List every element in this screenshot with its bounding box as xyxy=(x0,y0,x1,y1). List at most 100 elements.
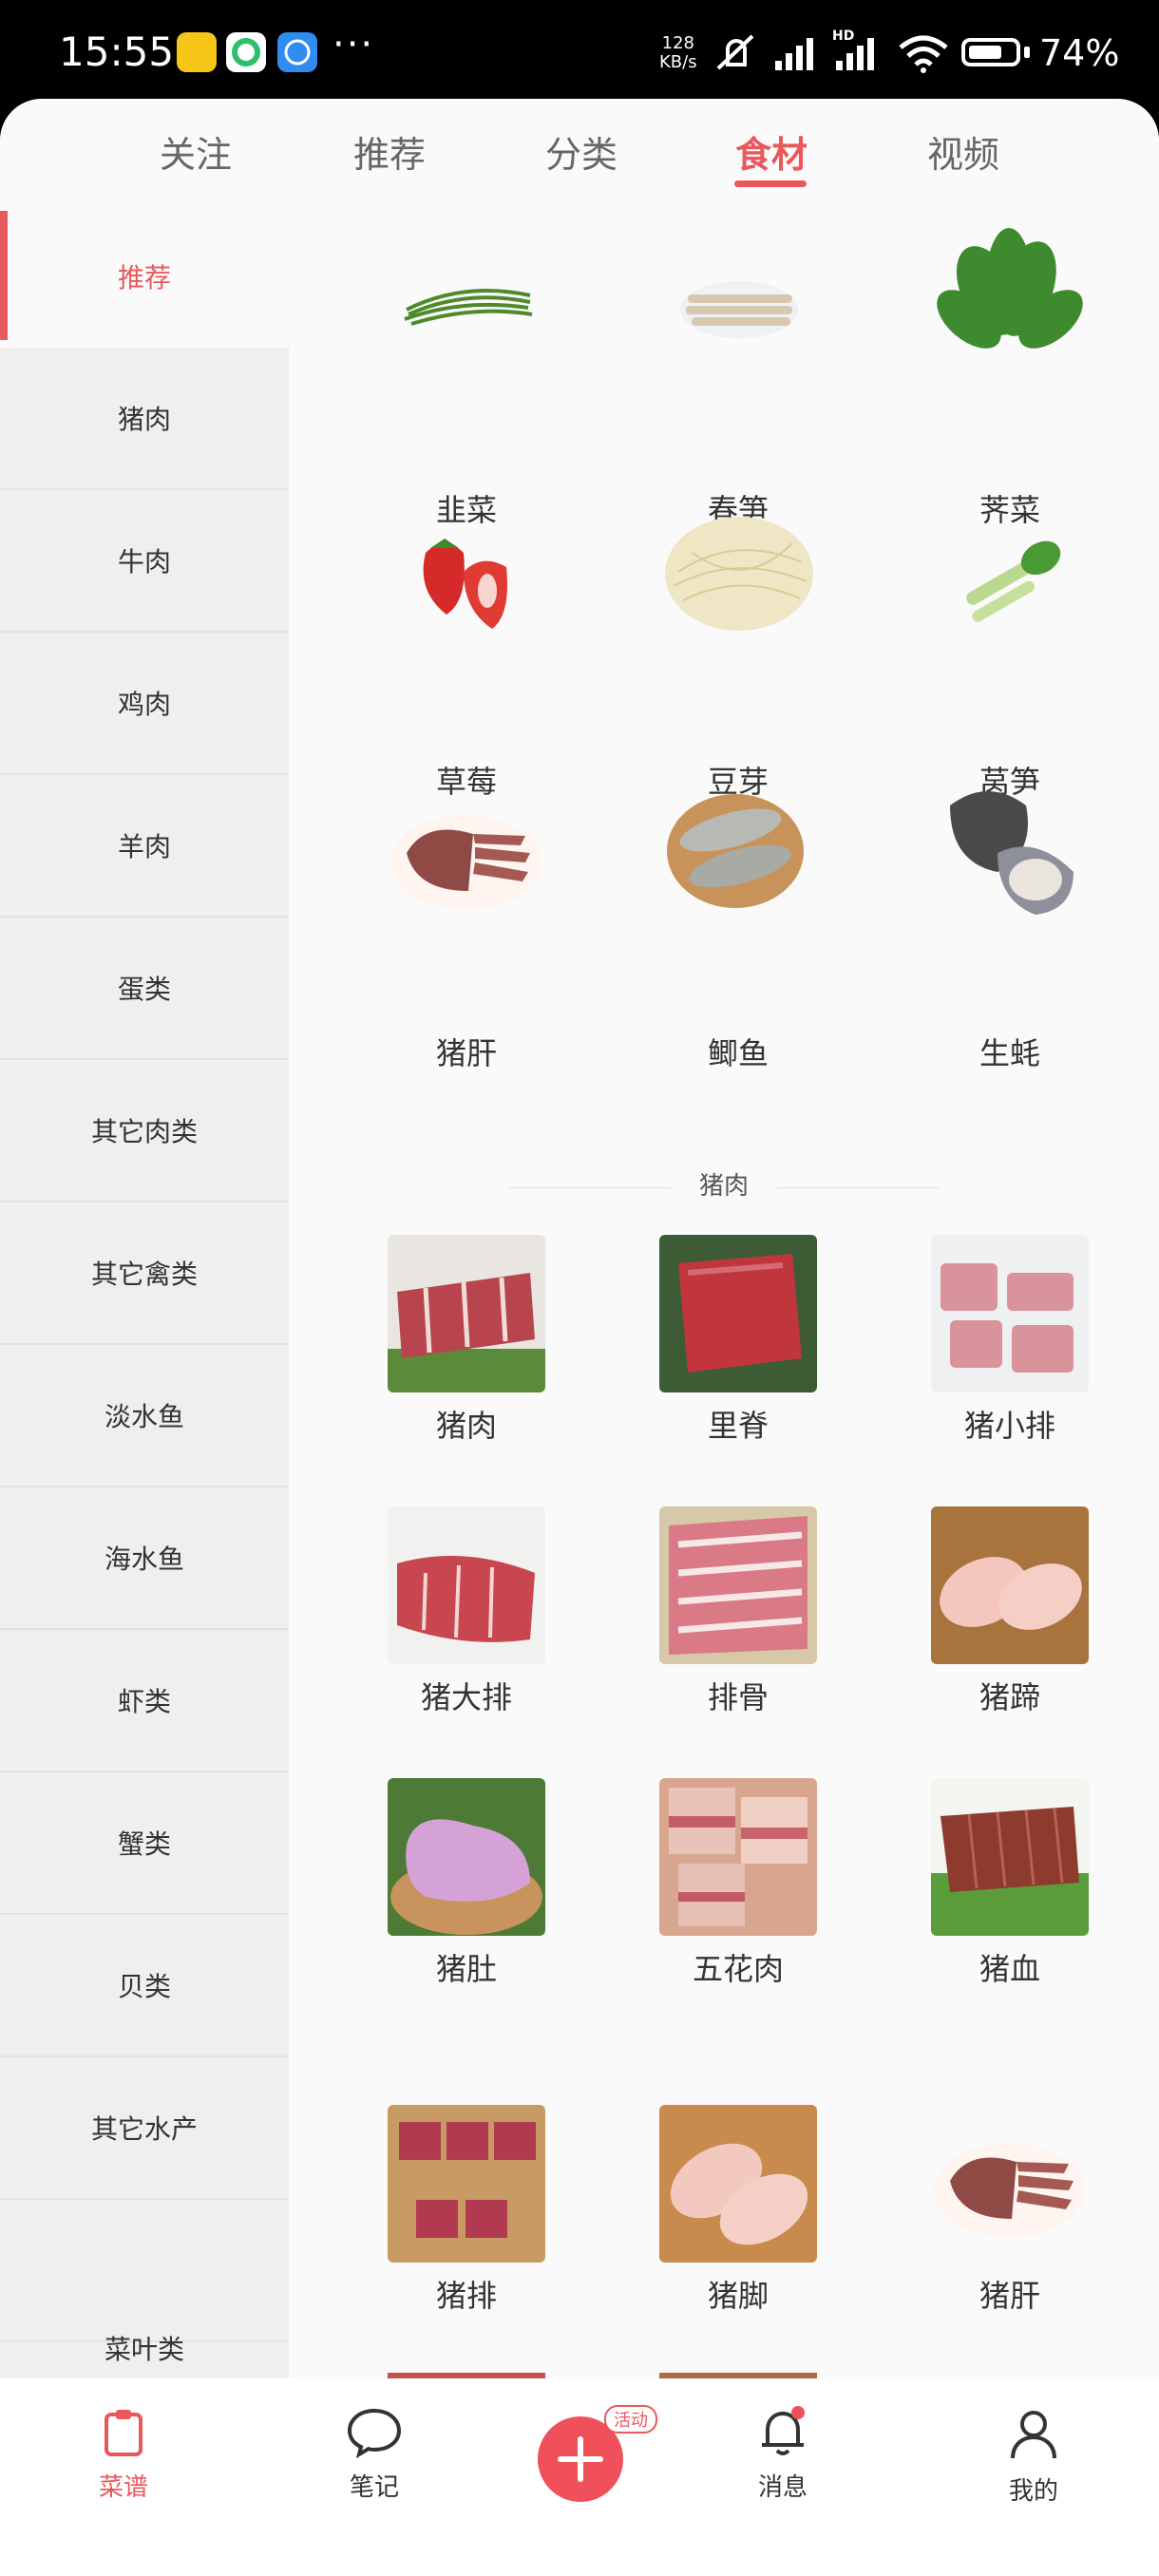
pork-image xyxy=(388,1235,545,1392)
ingredient-card[interactable]: 生蚝 xyxy=(872,791,1100,1090)
sidebar-item-label: 鸡肉 xyxy=(117,689,171,720)
sidebar-item-label: 推荐 xyxy=(117,262,171,294)
ingredient-card[interactable]: 猪大排 xyxy=(329,1506,557,1734)
tab-follow[interactable]: 关注 xyxy=(129,125,262,178)
sidebar-item-pork[interactable]: 猪肉 xyxy=(0,348,289,490)
mute-icon xyxy=(716,34,754,70)
sidebar-item-other-poultry[interactable]: 其它禽类 xyxy=(0,1203,289,1345)
spare-ribs-image xyxy=(659,1506,817,1664)
ingredient-card[interactable]: 五花肉 xyxy=(600,1778,828,2006)
ingredient-card[interactable]: 猪肝 xyxy=(329,815,557,1090)
pig-trotter-image xyxy=(931,1506,1089,1664)
tenderloin-image xyxy=(659,1235,817,1392)
pork-liver-image xyxy=(390,815,542,910)
sidebar-item-label: 其它水产 xyxy=(90,2113,198,2145)
status-time: 15:55 xyxy=(59,28,175,75)
ingredient-name: 猪大排 xyxy=(420,1679,512,1715)
nav-label: 我的 xyxy=(1008,2477,1058,2506)
tab-category[interactable]: 分类 xyxy=(515,125,648,178)
section-divider-right xyxy=(777,1187,939,1188)
nav-messages[interactable]: 消息 xyxy=(707,2405,859,2503)
more-notifications-icon: ··· xyxy=(332,23,375,66)
tab-recommend[interactable]: 推荐 xyxy=(323,125,456,178)
lettuce-stem-image xyxy=(966,540,1061,622)
ingredient-name: 猪肉 xyxy=(435,1408,497,1444)
ingredient-card[interactable]: 猪排 xyxy=(329,2105,557,2333)
sidebar-item-label: 牛肉 xyxy=(117,546,171,578)
user-icon xyxy=(1011,2411,1056,2459)
battery-percent: 74% xyxy=(1039,32,1120,74)
sidebar-item-crab[interactable]: 蟹类 xyxy=(0,1772,289,1915)
sidebar-item-other-seafood[interactable]: 其它水产 xyxy=(0,2057,289,2200)
status-bar: 15:55 ··· 128 KB/s HD 74% xyxy=(0,0,1159,103)
sidebar-item-beef[interactable]: 牛肉 xyxy=(0,490,289,633)
net-speed-value: 128 xyxy=(661,33,694,53)
nav-profile[interactable]: 我的 xyxy=(958,2405,1110,2507)
ingredient-name: 猪血 xyxy=(978,1951,1040,1987)
ingredient-card[interactable]: 里脊 xyxy=(600,1235,828,1463)
chat-bubble-icon xyxy=(347,2408,402,2459)
ingredient-name: 猪肚 xyxy=(435,1951,497,1987)
ingredient-name: 五花肉 xyxy=(692,1951,784,1987)
battery-icon xyxy=(961,38,1020,66)
ingredient-card[interactable]: 猪肚 xyxy=(329,1778,557,2006)
pork-tripe-image xyxy=(388,1778,545,1936)
pork-chop-image xyxy=(388,1506,545,1664)
signal-icon-2 xyxy=(836,38,874,70)
signal-icon-1 xyxy=(775,38,813,70)
ingredient-card[interactable]: 排骨 xyxy=(600,1506,828,1734)
app-screen: 关注 推荐 分类 食材 视频 推荐 猪肉 牛肉 鸡肉 羊肉 蛋类 其它肉类 其它… xyxy=(0,99,1159,2576)
net-speed: 128 KB/s xyxy=(659,34,697,72)
ingredient-card[interactable]: 鲫鱼 xyxy=(600,794,828,1090)
ingredient-name: 猪脚 xyxy=(707,2278,769,2314)
sidebar-item-label: 猪肉 xyxy=(117,404,171,435)
crucian-carp-image xyxy=(667,794,804,908)
chives-image xyxy=(404,289,533,326)
tab-video[interactable]: 视频 xyxy=(897,125,1030,178)
system-navigation-bar xyxy=(0,2549,1159,2576)
sidebar-item-recommend[interactable]: 推荐 xyxy=(0,205,289,348)
sidebar-item-label: 其它肉类 xyxy=(90,1116,198,1147)
ingredient-card[interactable]: 猪肝 xyxy=(872,2105,1100,2333)
pork-steak-image xyxy=(388,2105,545,2263)
shepherds-purse-image xyxy=(937,228,1083,349)
sidebar-item-label: 其它禽类 xyxy=(90,1259,198,1290)
ingredient-name: 猪排 xyxy=(435,2278,497,2314)
sidebar-item-other-meat[interactable]: 其它肉类 xyxy=(0,1060,289,1203)
nav-notes[interactable]: 笔记 xyxy=(298,2405,450,2503)
ingredient-name: 猪肝 xyxy=(978,2278,1040,2314)
ingredient-card[interactable]: 猪脚 xyxy=(600,2105,828,2333)
ingredient-card[interactable]: 猪蹄 xyxy=(872,1506,1100,1734)
battery-tip xyxy=(1024,47,1030,58)
pork-blood-image xyxy=(931,1778,1089,1936)
ingredient-card[interactable]: 猪血 xyxy=(872,1778,1100,2006)
top-tab-bar: 关注 推荐 分类 食材 视频 xyxy=(0,99,1159,205)
sidebar-item-eggs[interactable]: 蛋类 xyxy=(0,918,289,1060)
sidebar-item-lamb[interactable]: 羊肉 xyxy=(0,775,289,918)
sidebar-item-seawater-fish[interactable]: 海水鱼 xyxy=(0,1487,289,1630)
sidebar-item-chicken[interactable]: 鸡肉 xyxy=(0,633,289,775)
active-tab-indicator xyxy=(734,180,807,187)
oyster-image xyxy=(950,791,1074,915)
net-speed-unit: KB/s xyxy=(659,52,697,72)
category-sidebar[interactable]: 推荐 猪肉 牛肉 鸡肉 羊肉 蛋类 其它肉类 其它禽类 淡水鱼 海水鱼 虾类 蟹… xyxy=(0,205,289,2378)
ingredient-card[interactable]: 猪肉 xyxy=(329,1235,557,1463)
sidebar-item-freshwater-fish[interactable]: 淡水鱼 xyxy=(0,1345,289,1487)
ingredient-card[interactable]: 猪小排 xyxy=(872,1235,1100,1463)
ingredient-grid[interactable]: 韭菜 春笋 荠菜 草莓 豆芽 莴笋 猪肝 鲫鱼 生蚝 猪肉 猪肉 里脊 猪小排 … xyxy=(289,205,1159,2378)
ingredient-name: 猪蹄 xyxy=(978,1679,1040,1715)
sidebar-item-shrimp[interactable]: 虾类 xyxy=(0,1630,289,1772)
sidebar-item-leafy-veg[interactable]: 菜叶类 xyxy=(0,2200,289,2365)
wechat-notification-icon xyxy=(226,32,266,72)
pork-liver-image xyxy=(934,2143,1086,2238)
nav-label: 消息 xyxy=(757,2473,808,2502)
tab-ingredients[interactable]: 食材 xyxy=(705,125,838,178)
app-notification-icon xyxy=(177,32,217,72)
ingredient-name: 猪肝 xyxy=(435,1035,497,1071)
ingredient-name: 生蚝 xyxy=(978,1035,1040,1071)
sidebar-item-shellfish[interactable]: 贝类 xyxy=(0,1915,289,2057)
ingredient-name: 里脊 xyxy=(707,1408,769,1444)
activity-badge: 活动 xyxy=(604,2405,657,2434)
bottom-nav-bar: 菜谱 笔记 活动 消息 我的 xyxy=(0,2378,1159,2549)
nav-recipes[interactable]: 菜谱 xyxy=(48,2405,200,2503)
